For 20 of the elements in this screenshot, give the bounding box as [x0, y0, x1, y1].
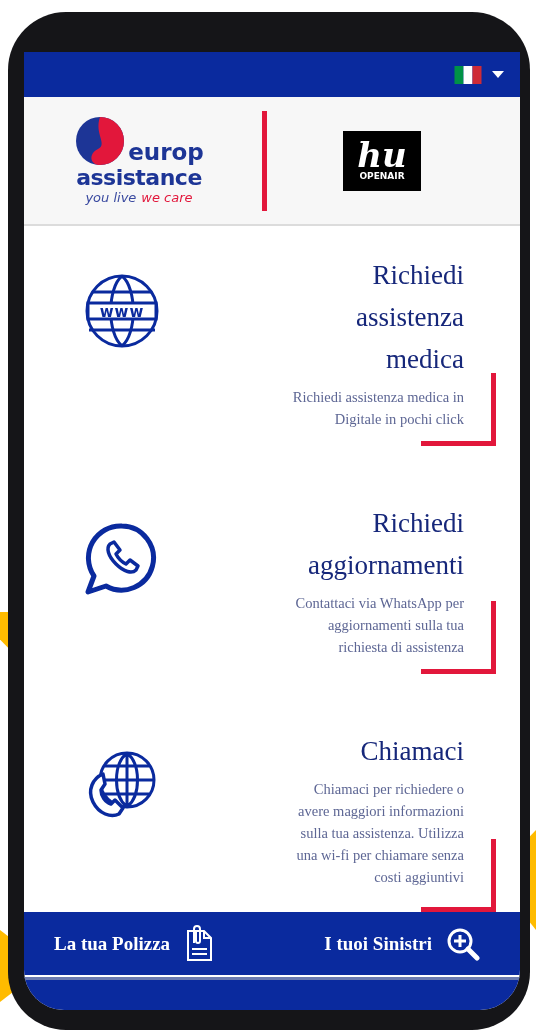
service-title[interactable]: Richiedi aggiornamenti — [308, 502, 464, 586]
flag-icon — [454, 65, 482, 84]
document-clip-icon — [184, 924, 215, 963]
service-description: Richiedi assistenza medica in Digitale in pochi click — [292, 388, 464, 429]
nav-button[interactable]: La tua Polizza — [54, 924, 215, 963]
partner-logo: hu OPENAIR — [343, 130, 421, 191]
logo-swirl-icon — [74, 116, 127, 167]
tagline-text: we care — [141, 189, 193, 205]
logo-text: assistance — [76, 166, 202, 190]
logo-text: europ — [128, 141, 204, 165]
service-title[interactable]: Chiamaci — [360, 730, 464, 772]
tagline-text: you live — [85, 189, 137, 205]
service-description: Chiamaci per richiedere o avere maggiori informazioni sulla tua assistenza. Utilizza una wi-fi per chiamare senza costi aggiuntivi — [296, 780, 464, 887]
service-description: Contattaci via WhatsApp per aggiornamenti sulla tua richiesta di assistenza — [295, 594, 464, 657]
service-title[interactable]: Richiedi assistenza medica — [356, 254, 464, 380]
language-selector[interactable] — [454, 65, 504, 84]
nav-button[interactable]: I tuoi Sinistri — [324, 926, 480, 961]
www-globe-icon[interactable]: www — [83, 274, 161, 348]
caret-icon — [492, 71, 504, 78]
zoom-in-icon — [446, 926, 480, 961]
